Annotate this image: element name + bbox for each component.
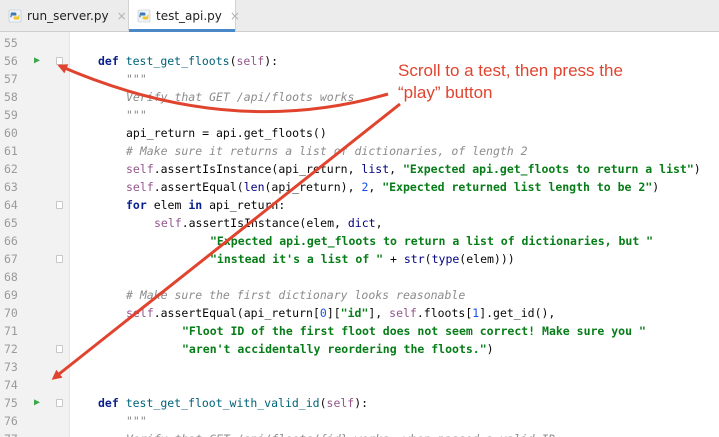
code-line: 59 """ — [0, 106, 719, 124]
line-number: 66 — [4, 234, 18, 248]
line-number: 59 — [4, 108, 18, 122]
editor-tab-bar: run_server.py × test_api.py × — [0, 0, 719, 32]
code-line: 63 self.assertEqual(len(api_return), 2, … — [0, 178, 719, 196]
line-number: 62 — [4, 162, 18, 176]
python-file-icon — [8, 9, 22, 23]
code-line: 73 — [0, 358, 719, 376]
tab-run-server[interactable]: run_server.py × — [0, 0, 129, 31]
line-number: 58 — [4, 90, 18, 104]
line-number: 69 — [4, 288, 18, 302]
code-text: self.assertIsInstance(api_return, list, … — [126, 162, 701, 176]
fold-icon[interactable] — [56, 57, 63, 65]
code-text: self.assertIsInstance(elem, dict, — [154, 216, 383, 230]
fold-icon[interactable] — [56, 255, 63, 263]
code-text: "instead it's a list of " + str(type(ele… — [210, 252, 515, 266]
tutorial-annotation: Scroll to a test, then press the “play” … — [398, 60, 698, 104]
line-number: 65 — [4, 216, 18, 230]
code-text: self.assertEqual(api_return[0]["id"], se… — [126, 306, 556, 320]
code-text: def test_get_floot_with_valid_id(self): — [98, 396, 369, 410]
code-text: def test_get_floots(self): — [98, 54, 279, 68]
code-line: 69 # Make sure the first dictionary look… — [0, 286, 719, 304]
code-line: 76 """ — [0, 412, 719, 430]
code-line: 67 "instead it's a list of " + str(type(… — [0, 250, 719, 268]
line-number: 56 — [4, 54, 18, 68]
annotation-line: Scroll to a test, then press the — [398, 61, 623, 80]
line-number: 67 — [4, 252, 18, 266]
tab-test-api[interactable]: test_api.py × — [129, 0, 240, 32]
code-line: 60 api_return = api.get_floots() — [0, 124, 719, 142]
code-text: Verify that GET /api/floots/{id} works, … — [126, 430, 555, 437]
code-text: "aren't accidentally reordering the floo… — [182, 342, 494, 356]
line-number: 71 — [4, 324, 18, 338]
code-line: 70 self.assertEqual(api_return[0]["id"],… — [0, 304, 719, 322]
code-line: 66 "Expected api.get_floots to return a … — [0, 232, 719, 250]
code-line: 64 for elem in api_return: — [0, 196, 719, 214]
code-line: 71 "Floot ID of the first floot does not… — [0, 322, 719, 340]
code-line: 75 ▶ def test_get_floot_with_valid_id(se… — [0, 394, 719, 412]
tab-label: test_api.py — [156, 8, 222, 23]
code-text: for elem in api_return: — [126, 198, 286, 212]
code-line: 61 # Make sure it returns a list of dict… — [0, 142, 719, 160]
code-text: """ — [126, 72, 147, 86]
run-test-icon[interactable]: ▶ — [34, 52, 40, 70]
line-number: 75 — [4, 396, 18, 410]
fold-icon[interactable] — [56, 399, 63, 407]
code-text: # Make sure it returns a list of diction… — [126, 144, 528, 158]
code-text: # Make sure the first dictionary looks r… — [126, 288, 466, 302]
code-text: "Floot ID of the first floot does not se… — [182, 324, 646, 338]
code-line: 55 — [0, 34, 719, 52]
line-number: 73 — [4, 360, 18, 374]
code-text: self.assertEqual(len(api_return), 2, "Ex… — [126, 180, 660, 194]
python-file-icon — [137, 9, 151, 23]
line-number: 68 — [4, 270, 18, 284]
line-number: 76 — [4, 414, 18, 428]
code-line: 72 "aren't accidentally reordering the f… — [0, 340, 719, 358]
line-number: 77 — [4, 430, 28, 437]
code-line: 74 — [0, 376, 719, 394]
line-number: 70 — [4, 306, 18, 320]
close-icon[interactable]: × — [230, 9, 240, 23]
line-number: 60 — [4, 126, 18, 140]
run-test-icon[interactable]: ▶ — [34, 394, 40, 412]
line-number: 64 — [4, 198, 18, 212]
code-line: 65 self.assertIsInstance(elem, dict, — [0, 214, 719, 232]
annotation-line: “play” button — [398, 83, 493, 102]
code-text: api_return = api.get_floots() — [126, 126, 327, 140]
code-text: """ — [126, 414, 147, 428]
line-number: 63 — [4, 180, 18, 194]
fold-icon[interactable] — [56, 201, 63, 209]
line-number: 57 — [4, 72, 18, 86]
code-text: """ — [126, 108, 147, 122]
close-icon[interactable]: × — [117, 9, 127, 23]
line-number: 61 — [4, 144, 18, 158]
line-number: 72 — [4, 342, 18, 356]
code-text: Verify that GET /api/floots works — [126, 90, 355, 104]
code-line: 68 — [0, 268, 719, 286]
code-line: 62 self.assertIsInstance(api_return, lis… — [0, 160, 719, 178]
tab-label: run_server.py — [27, 8, 109, 23]
code-line: 77 Verify that GET /api/floots/{id} work… — [0, 430, 719, 437]
line-number: 55 — [4, 36, 18, 50]
fold-icon[interactable] — [56, 345, 63, 353]
code-text: "Expected api.get_floots to return a lis… — [210, 234, 654, 248]
line-number: 74 — [4, 378, 18, 392]
